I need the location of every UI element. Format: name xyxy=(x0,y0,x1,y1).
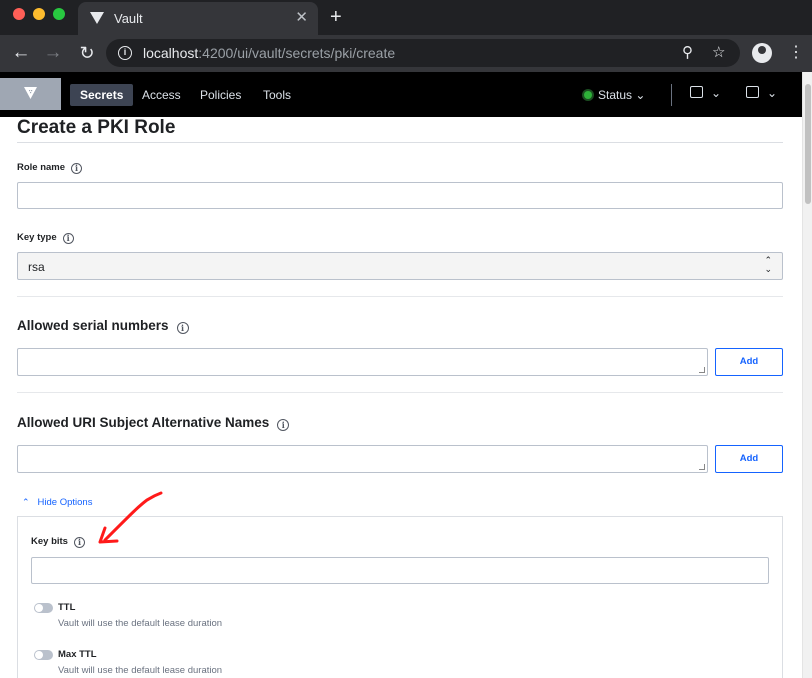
ttl-toggle[interactable] xyxy=(34,603,53,613)
chevron-down-icon: ⌄ xyxy=(767,86,778,100)
browser-tab[interactable]: Vault ✕ xyxy=(78,2,318,35)
section-divider xyxy=(17,296,783,297)
zoom-icon[interactable]: ⚲ xyxy=(682,44,693,62)
reload-icon[interactable]: ↻ xyxy=(76,41,98,65)
window-minimize-button[interactable] xyxy=(33,8,45,20)
browser-menu-icon[interactable]: ⋮ xyxy=(788,43,804,63)
user-menu-button[interactable]: ⌄ xyxy=(746,86,777,100)
key-type-select[interactable]: rsa ⌃ ⌄ xyxy=(17,252,783,280)
tab-close-icon[interactable]: ✕ xyxy=(295,9,308,27)
console-menu-button[interactable]: ⌄ xyxy=(690,86,721,100)
info-icon[interactable]: i xyxy=(62,233,74,244)
vault-favicon-icon xyxy=(90,12,104,24)
back-arrow-icon[interactable]: ← xyxy=(10,41,32,65)
site-info-icon[interactable]: i xyxy=(118,46,132,60)
chevron-down-icon: ⌄ xyxy=(635,88,646,102)
role-name-label: Role name i xyxy=(17,162,83,174)
annotation-arrow-icon xyxy=(98,491,163,544)
nav-access[interactable]: Access xyxy=(132,84,191,106)
select-arrows-icon: ⌃ ⌄ xyxy=(764,255,772,274)
window-close-button[interactable] xyxy=(13,8,25,20)
forward-arrow-icon[interactable]: → xyxy=(42,41,64,65)
terminal-icon xyxy=(690,86,703,98)
ttl-label: TTL xyxy=(58,602,76,613)
status-dot-icon xyxy=(584,91,592,99)
key-bits-input[interactable] xyxy=(31,557,769,584)
allowed-serials-textarea[interactable] xyxy=(17,348,708,376)
allowed-uri-sans-textarea[interactable] xyxy=(17,445,708,473)
url-text: localhost:4200/ui/vault/secrets/pki/crea… xyxy=(143,45,396,61)
user-icon xyxy=(746,86,759,98)
role-name-input[interactable] xyxy=(17,182,783,209)
browser-toolbar: ← → ↻ i localhost:4200/ui/vault/secrets/… xyxy=(0,35,812,72)
page-scrollbar[interactable] xyxy=(802,72,812,678)
max-ttl-label: Max TTL xyxy=(58,649,97,660)
add-uri-san-button[interactable]: Add xyxy=(715,445,783,473)
chevron-down-icon: ⌄ xyxy=(711,86,722,100)
key-type-label: Key type i xyxy=(17,232,74,244)
address-bar[interactable]: i localhost:4200/ui/vault/secrets/pki/cr… xyxy=(106,39,740,67)
key-bits-label: Key bits i xyxy=(31,536,85,548)
ttl-help-text: Vault will use the default lease duratio… xyxy=(58,618,223,629)
info-icon[interactable]: i xyxy=(176,322,189,334)
profile-avatar-icon[interactable] xyxy=(752,43,772,63)
nav-secrets[interactable]: Secrets xyxy=(70,84,134,106)
window-zoom-button[interactable] xyxy=(53,8,65,20)
nav-policies[interactable]: Policies xyxy=(190,84,251,106)
add-serial-button[interactable]: Add xyxy=(715,348,783,376)
vault-logo[interactable] xyxy=(0,78,61,110)
title-divider xyxy=(17,142,783,143)
vault-logo-icon xyxy=(24,87,37,99)
resize-handle-icon[interactable] xyxy=(699,464,705,470)
vault-top-nav: Secrets Access Policies Tools Status ⌄ ⌄… xyxy=(0,72,812,117)
info-icon[interactable]: i xyxy=(71,163,83,174)
chevron-up-icon: ⌃ xyxy=(22,497,30,507)
page-content: Create a PKI Role Role name i Key type i r… xyxy=(0,117,802,678)
allowed-uri-sans-label: Allowed URI Subject Alternative Names i xyxy=(17,415,290,431)
scrollbar-thumb[interactable] xyxy=(805,84,811,204)
max-ttl-help-text: Vault will use the default lease duratio… xyxy=(58,665,223,676)
page-title: Create a PKI Role xyxy=(17,117,176,138)
nav-tools[interactable]: Tools xyxy=(253,84,301,106)
hide-options-toggle[interactable]: ⌃ Hide Options xyxy=(22,497,92,508)
info-icon[interactable]: i xyxy=(277,419,290,431)
bookmark-star-icon[interactable]: ☆ xyxy=(712,44,725,62)
browser-tab-bar: Vault ✕ + xyxy=(0,0,812,35)
nav-divider xyxy=(671,84,672,106)
tab-title: Vault xyxy=(114,11,143,26)
key-type-value: rsa xyxy=(28,260,45,274)
info-icon[interactable]: i xyxy=(73,537,85,548)
status-menu[interactable]: Status ⌄ xyxy=(584,84,645,106)
allowed-serials-label: Allowed serial numbers i xyxy=(17,318,189,334)
new-tab-button[interactable]: + xyxy=(330,5,342,29)
resize-handle-icon[interactable] xyxy=(699,367,705,373)
section-divider xyxy=(17,392,783,393)
max-ttl-toggle[interactable] xyxy=(34,650,53,660)
